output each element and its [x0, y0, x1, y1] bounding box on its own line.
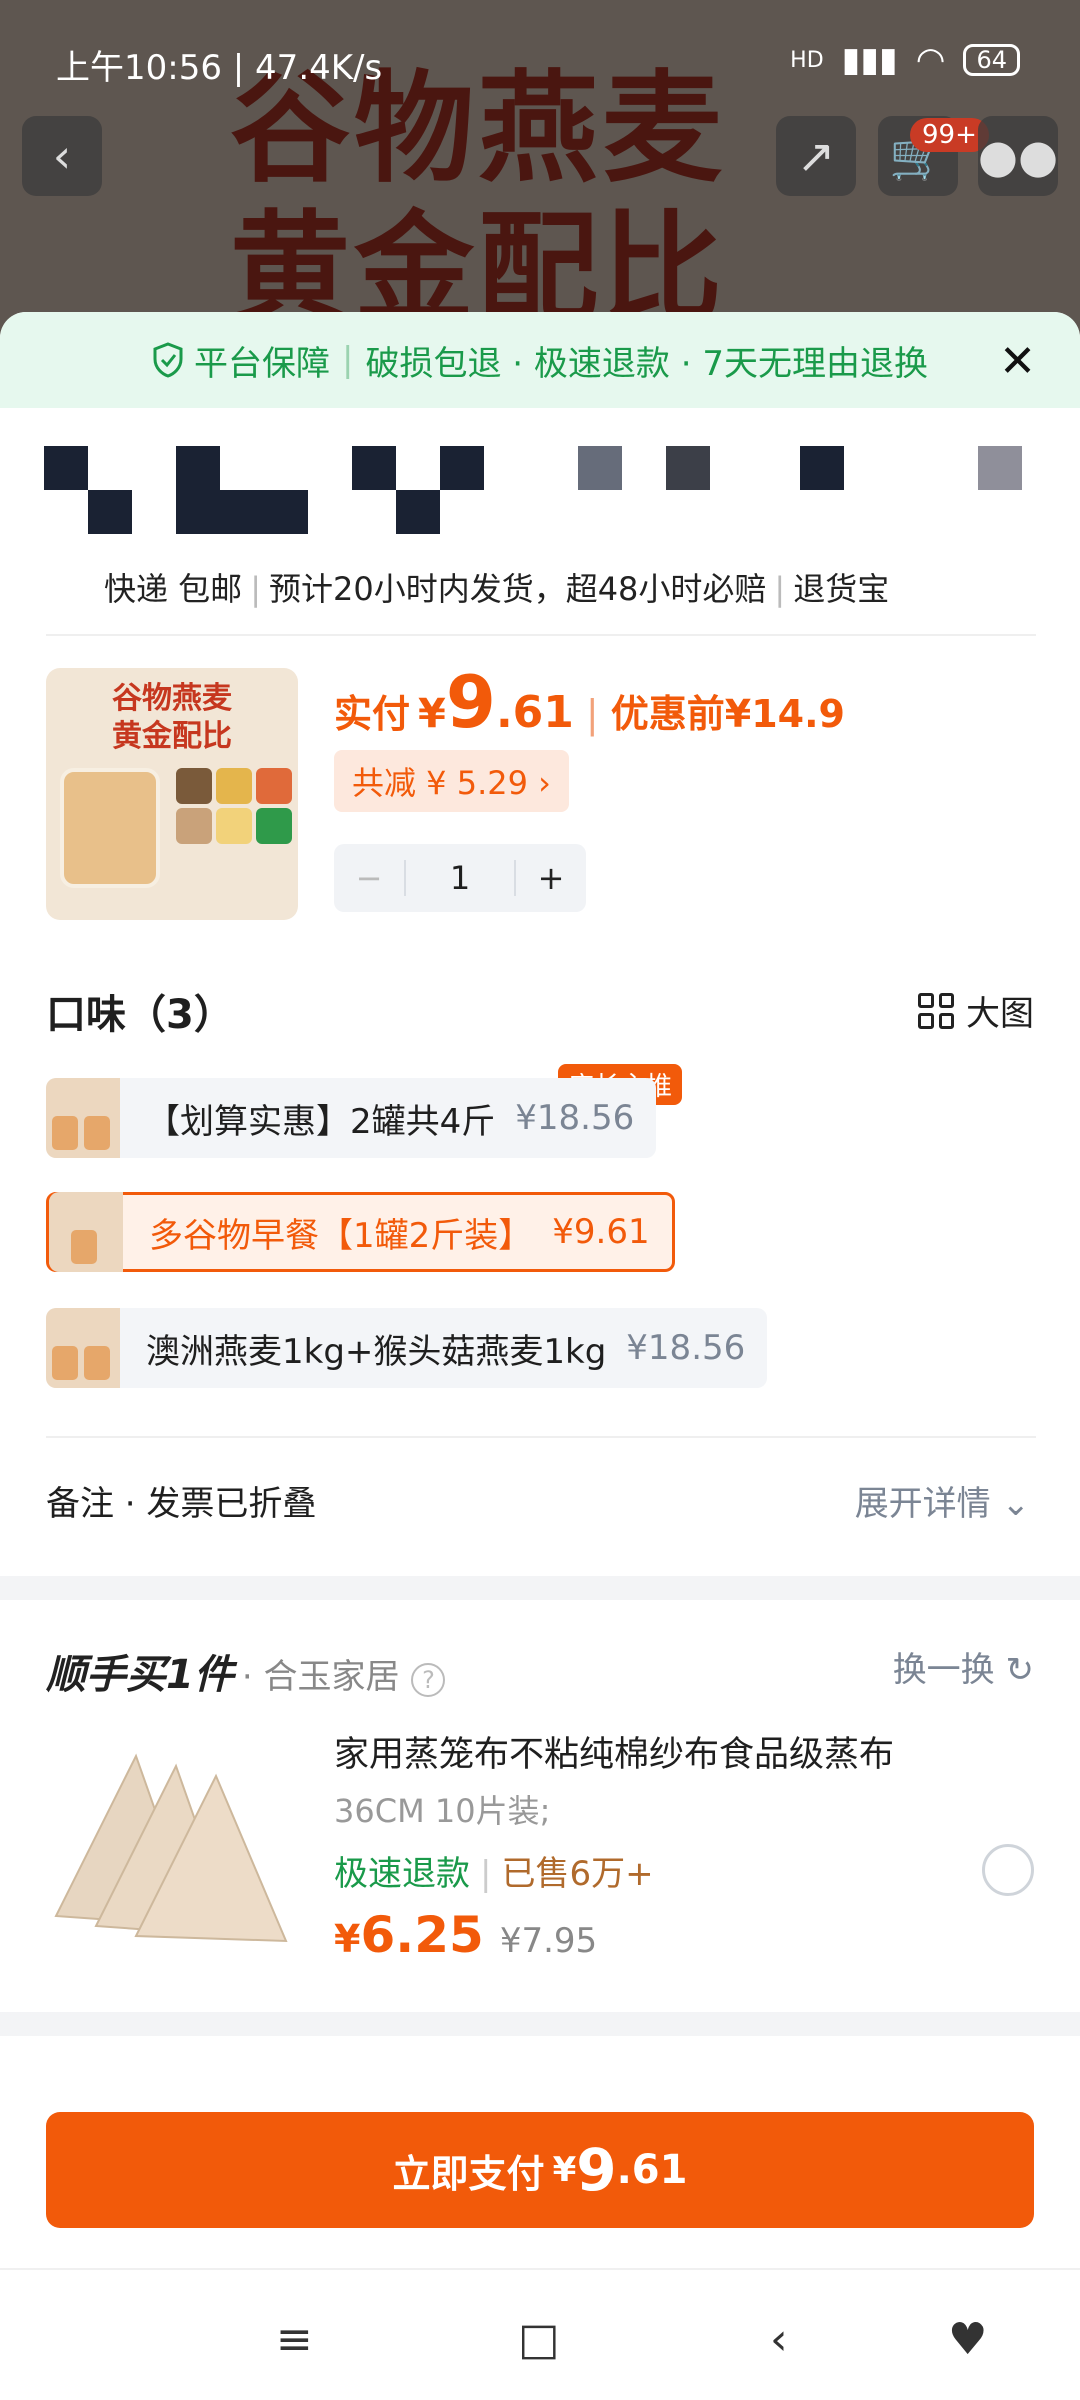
assistant-icon[interactable]: ♥ [948, 2314, 987, 2365]
option-name: 多谷物早餐【1罐2斤装】 [149, 1215, 533, 1256]
status-bar: 上午10:56 | 47.4K/s HD ▮▮▮ ◠ 64 [0, 0, 1080, 120]
addon-spec: 36CM 10片装; [334, 1792, 551, 1830]
battery-icon: 64 [963, 44, 1020, 76]
quantity-stepper: − 1 + [334, 844, 586, 912]
service-button[interactable]: ●● [978, 116, 1058, 196]
option-price: ¥9.61 [552, 1212, 650, 1252]
notes-invoice-row[interactable]: 备注 · 发票已折叠 [46, 1476, 316, 1525]
addon-heading: 顺手买1件 · 合玉家居 ? [46, 1642, 446, 1700]
chevron-down-icon: ⌄ [1001, 1484, 1031, 1524]
option-price: ¥18.56 [626, 1328, 746, 1368]
flavor-option-1[interactable]: 【划算实惠】2罐共4斤 ¥18.56 [46, 1078, 657, 1158]
platform-guarantee-banner: 平台保障 | 破损包退 · 极速退款 · 7天无理由退换 ✕ [0, 312, 1080, 408]
addon-title-label: 顺手买1件 [46, 1652, 234, 1698]
option-thumbnail [49, 1192, 123, 1272]
shield-check-icon [153, 342, 183, 378]
section-gap [0, 2012, 1080, 2036]
jar-image [60, 768, 160, 888]
big-image-toggle[interactable]: 大图 [918, 986, 1034, 1035]
option-thumbnail [46, 1078, 120, 1158]
signal-icon: HD [790, 47, 824, 73]
price-integer: 9 [445, 660, 496, 744]
back-button[interactable]: ‹ [22, 116, 102, 196]
option-name: 【划算实惠】2罐共4斤 [146, 1101, 496, 1142]
option-price: ¥18.56 [515, 1098, 635, 1138]
menu-icon[interactable]: ≡ [276, 2314, 313, 2365]
product-thumbnail[interactable]: 谷物燕麦 黄金配比 [46, 668, 298, 920]
addon-select-radio[interactable] [982, 1844, 1034, 1896]
discount-chip[interactable]: 共减 ¥ 5.29 › [334, 750, 569, 812]
before-discount-price: ¥14.9 [724, 692, 845, 736]
before-discount-label: 优惠前 [610, 692, 725, 736]
addon-store: · 合玉家居 [241, 1657, 400, 1697]
system-nav-bar: ≡ □ ‹ ♥ [0, 2268, 1080, 2400]
share-button[interactable]: ↗ [776, 116, 856, 196]
delivery-info: 快递 包邮 | 预计20小时内发货，超48小时必赔 | 退货宝 [104, 570, 890, 608]
increase-button[interactable]: + [516, 859, 586, 897]
price-row: 实付 ¥ 9 .61 | 优惠前 ¥14.9 [334, 660, 845, 744]
refresh-icon: ↻ [1005, 1650, 1035, 1690]
divider [46, 1436, 1036, 1438]
status-time: 上午10:56 | 47.4K/s [56, 48, 383, 88]
swap-button[interactable]: 换一换 ↻ [893, 1642, 1034, 1691]
divider [46, 634, 1036, 636]
share-icon: ↗ [796, 129, 836, 183]
steamer-cloth-image[interactable] [46, 1726, 298, 1956]
address-redacted[interactable] [44, 446, 1044, 536]
help-icon[interactable]: ? [411, 1663, 446, 1697]
close-icon[interactable]: ✕ [999, 336, 1036, 387]
separator: | [342, 340, 354, 380]
pay-label: 实付 [334, 692, 411, 736]
guarantee-label: 平台保障 [194, 343, 331, 384]
fast-refund-tag: 极速退款 [334, 1854, 470, 1894]
status-icons: HD ▮▮▮ ◠ 64 [790, 40, 1020, 80]
back-icon[interactable]: ‹ [770, 2314, 788, 2365]
flavor-title: 口味（3） [46, 992, 234, 1038]
wifi-icon: ◠ [915, 40, 946, 80]
grid-icon [918, 992, 954, 1029]
guarantee-items: 破损包退 · 极速退款 · 7天无理由退换 [365, 343, 928, 384]
addon-product-title[interactable]: 家用蒸笼布不粘纯棉纱布食品级蒸布 [334, 1726, 894, 1777]
chevron-left-icon: ‹ [52, 129, 72, 183]
addon-old-price: ¥7.95 [499, 1921, 598, 1961]
flavor-option-2-selected[interactable]: 多谷物早餐【1罐2斤装】 ¥9.61 [46, 1192, 675, 1272]
option-thumbnail [46, 1308, 120, 1388]
expand-details-button[interactable]: 展开详情 ⌄ [855, 1476, 1030, 1525]
addon-tags: 极速退款 | 已售6万+ [334, 1854, 654, 1894]
sold-count: 已售6万+ [501, 1854, 654, 1894]
quantity-value[interactable]: 1 [404, 860, 516, 896]
shipping-method: 快递 包邮 [104, 570, 243, 608]
home-icon[interactable]: □ [518, 2314, 560, 2365]
shipping-estimate: 预计20小时内发货，超48小时必赔 [268, 570, 767, 608]
flavor-option-3[interactable]: 澳洲燕麦1kg+猴头菇燕麦1kg ¥18.56 [46, 1308, 768, 1388]
price-decimal: .61 [495, 687, 574, 738]
signal-bars-icon: ▮▮▮ [841, 40, 898, 80]
option-name: 澳洲燕麦1kg+猴头菇燕麦1kg [146, 1331, 607, 1372]
addon-price: ¥ 6.25 ¥7.95 [334, 1906, 598, 1964]
checkout-sheet: 平台保障 | 破损包退 · 极速退款 · 7天无理由退换 ✕ 快递 包邮 | 预计2… [0, 312, 1080, 2400]
decrease-button[interactable]: − [334, 859, 404, 897]
section-gap [0, 1576, 1080, 1600]
pay-now-button[interactable]: 立即支付 ¥ 9 .61 [46, 2112, 1034, 2228]
chat-icon: ●● [977, 129, 1059, 183]
return-insurance: 退货宝 [793, 570, 890, 608]
